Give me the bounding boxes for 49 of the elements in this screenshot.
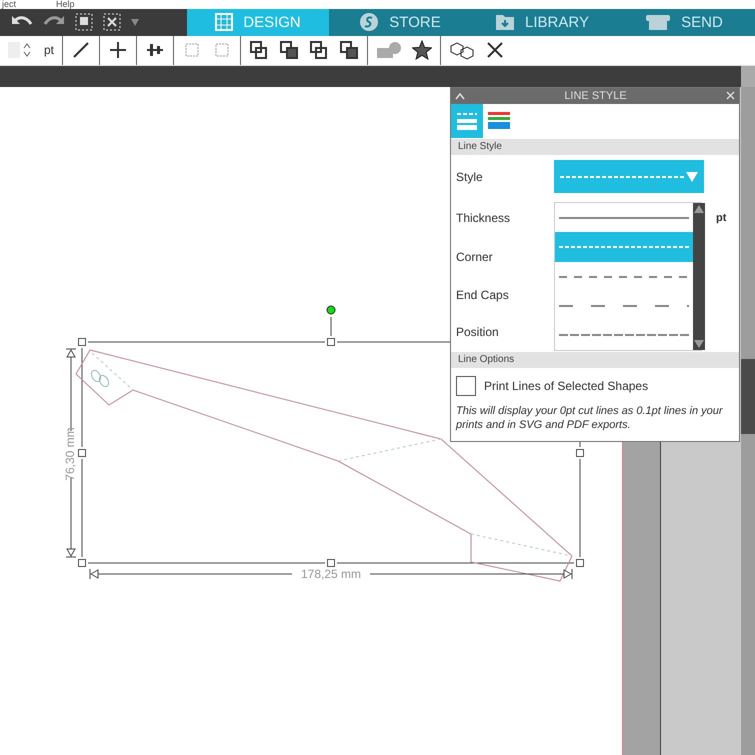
menu-item[interactable]: ject bbox=[2, 0, 16, 10]
field-label: Style bbox=[456, 170, 484, 184]
unit-label: pt bbox=[44, 43, 54, 58]
line-sample-icon bbox=[559, 216, 689, 220]
app-tab[interactable]: SEND bbox=[613, 9, 755, 36]
height-label: 76,30 mm bbox=[63, 427, 78, 481]
arrange-icon[interactable] bbox=[309, 40, 330, 60]
field-label: Position bbox=[456, 325, 500, 340]
close-icon[interactable] bbox=[485, 40, 506, 60]
menu-item[interactable]: Help bbox=[56, 0, 75, 10]
list-scrollbar[interactable] bbox=[693, 202, 705, 350]
note-text: This will display your 0pt cut lines as 0.1pt lines in your prints and in SVG and PDF exports. bbox=[454, 404, 724, 433]
star-icon[interactable] bbox=[412, 40, 432, 60]
section-header: Line Style bbox=[451, 138, 739, 155]
scrollbar bbox=[741, 66, 755, 87]
folder-icon bbox=[495, 13, 516, 32]
line-sample-icon bbox=[559, 274, 689, 278]
group-icon[interactable] bbox=[74, 12, 94, 32]
app-tab[interactable]: LIBRARY bbox=[471, 9, 613, 36]
cutter-icon bbox=[645, 13, 672, 32]
panel-title: LINE STYLE bbox=[564, 90, 627, 102]
grid-icon bbox=[215, 13, 234, 32]
line-sample-icon bbox=[559, 304, 689, 308]
line-sample-icon bbox=[559, 333, 689, 338]
app-tab[interactable]: STORE bbox=[329, 9, 471, 36]
rotate-handle[interactable] bbox=[326, 305, 336, 314]
checkbox[interactable] bbox=[456, 376, 476, 396]
field-label: Corner bbox=[456, 250, 494, 264]
move-icon[interactable] bbox=[108, 40, 128, 60]
chevron-up-icon[interactable] bbox=[455, 92, 465, 100]
arrange-icon[interactable] bbox=[249, 40, 270, 60]
field-label: Thickness bbox=[456, 210, 512, 225]
arrange-icon[interactable] bbox=[339, 40, 360, 60]
line-icon[interactable] bbox=[71, 40, 92, 60]
line-color-icon bbox=[488, 110, 510, 131]
section-header: Line Options bbox=[451, 352, 739, 368]
s-logo-icon bbox=[359, 12, 380, 32]
cubes-icon[interactable] bbox=[449, 40, 476, 60]
unit-label: pt bbox=[715, 212, 728, 224]
line-style-icon bbox=[456, 110, 478, 131]
app-tab[interactable]: DESIGN bbox=[187, 9, 329, 36]
ungroup-icon[interactable] bbox=[102, 12, 122, 32]
width-label: 178,25 mm bbox=[300, 567, 362, 582]
line-sample-icon bbox=[559, 245, 689, 250]
caret-icon bbox=[686, 172, 698, 182]
checkbox-label: Print Lines of Selected Shapes bbox=[484, 378, 648, 393]
arrange-icon[interactable] bbox=[279, 40, 300, 60]
dashed-line-icon bbox=[560, 174, 686, 179]
field-label: End Caps bbox=[456, 288, 510, 302]
